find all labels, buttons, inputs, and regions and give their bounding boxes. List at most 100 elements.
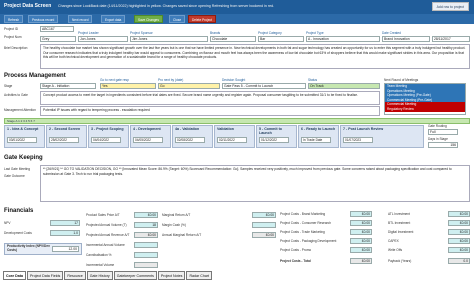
add-row-button[interactable]: Add row to project: [431, 2, 469, 11]
cost-total-value: £0.00: [350, 258, 372, 264]
cost-label: Project Costs - Packaging Development: [280, 239, 337, 243]
cost-value[interactable]: £0.00: [350, 247, 372, 253]
priority-field[interactable]: Go: [158, 83, 220, 89]
project-id-field[interactable]: ABC167: [40, 26, 74, 32]
decision-select[interactable]: Gate Pass 5 - Commit to Launch: [222, 83, 306, 89]
gate-routing-select[interactable]: Full: [428, 129, 458, 135]
app-title: Project Data Screen: [4, 3, 52, 9]
inc-annual-volume-label: Incremental Annual Volume: [86, 243, 125, 247]
productivity-label: Productivity Index (NPV/Dev Costs): [7, 244, 50, 252]
goal-field[interactable]: Yes: [100, 83, 156, 89]
stage-2-cell[interactable]: 2 - Second Screen 25/02/2022: [46, 125, 87, 148]
tab-project-data-fields[interactable]: Project Data Fields: [26, 271, 64, 280]
cost-value[interactable]: £0.00: [350, 229, 372, 235]
cost-value[interactable]: £0.00: [350, 211, 372, 217]
issues-field[interactable]: Potential IP issues with regard to tempe…: [40, 106, 380, 116]
gate-outcome-label: Gate Outcome: [4, 174, 25, 178]
refresh-button[interactable]: Refresh: [4, 15, 24, 23]
stage-date[interactable]: 25/02/2022: [49, 137, 79, 143]
type-field[interactable]: A - Innovation: [306, 36, 380, 42]
stage-3-cell[interactable]: 3 - Project Scoping 04/04/2022: [88, 125, 129, 148]
tab-radar-chart[interactable]: Radar Chart: [186, 271, 213, 280]
status-label: Status: [308, 78, 318, 82]
brand-label: Brands: [210, 31, 221, 35]
annual-volume-field[interactable]: 18: [134, 222, 158, 228]
activities-label: Activities to Gate: [4, 93, 28, 97]
category-label: Project Category: [258, 31, 282, 35]
close-button[interactable]: Close: [169, 15, 186, 23]
project-sponsor-field[interactable]: Jim Jones: [130, 36, 208, 42]
days-in-stage-label: Days in Stage: [428, 137, 448, 141]
annual-margin-label: Annual Marginal Return A/T: [162, 233, 202, 237]
project-leader-field[interactable]: Jon Jones: [78, 36, 128, 42]
stage-date[interactable]: 02/08/2022: [175, 137, 205, 143]
status-select[interactable]: On Track: [308, 83, 380, 89]
cost-value[interactable]: £0.00: [448, 211, 470, 217]
stage-select[interactable]: Stage A - Initiation: [40, 83, 96, 89]
cost-value[interactable]: £0.00: [448, 229, 470, 235]
ptype-field[interactable]: Brand Innovation: [382, 36, 430, 42]
cannibalisation-field[interactable]: [134, 252, 158, 258]
productivity-box: Productivity Index (NPV/Dev Costs) 12.00: [4, 243, 82, 255]
cost-value[interactable]: £0.00: [350, 220, 372, 226]
cost-label: Project Costs - Promo: [280, 248, 312, 252]
previous-record-button[interactable]: Previous record: [28, 15, 59, 23]
devcost-field[interactable]: 1.0: [50, 230, 80, 236]
stage-validation-cell[interactable]: Validation 02/11/2022: [214, 125, 255, 148]
activities-field[interactable]: Concept product access to meet the targe…: [40, 91, 380, 105]
payback-value: 0.0: [448, 258, 470, 264]
stage-5-cell[interactable]: 5 - Commit to Launch 01/12/2022: [256, 125, 297, 148]
meetings-list[interactable]: Team Meeting Operations Meeting Operatio…: [384, 83, 466, 115]
gate-routing-label: Gate Routing: [428, 124, 447, 128]
tab-gate-history[interactable]: Gate History: [86, 271, 113, 280]
cost-label: ATL Investment: [388, 212, 410, 216]
stage-7-cell[interactable]: 7 - Post Launch Review 01/07/2023: [340, 125, 424, 148]
stage-1-cell[interactable]: 1 - Idea & Concept 03/01/2022: [4, 125, 45, 148]
tab-resource[interactable]: Resource: [64, 271, 86, 280]
project-num-label: Project Num: [4, 35, 22, 39]
project-costs-left: Project Costs - Brand Marketing £0.00 Pro…: [280, 211, 372, 271]
margin-cash-field[interactable]: [252, 222, 276, 228]
tab-core-data[interactable]: Core Data: [3, 271, 26, 280]
save-changes-button[interactable]: Save Changes: [134, 15, 163, 23]
delete-project-button[interactable]: Delete Project: [188, 15, 217, 23]
stage-name: 4a - Validation: [175, 127, 200, 131]
sales-price-field[interactable]: £0.00: [134, 212, 158, 218]
cost-value[interactable]: £0.00: [448, 238, 470, 244]
brand-field[interactable]: Chocolate: [210, 36, 256, 42]
cost-value[interactable]: £0.00: [448, 220, 470, 226]
stage-date[interactable]: 01/12/2022: [259, 137, 289, 143]
title-bar: Project Data Screen Changes since LookBa…: [0, 0, 474, 14]
inc-annual-volume-field[interactable]: [134, 242, 158, 248]
tab-project-notes[interactable]: Project Notes: [157, 271, 186, 280]
cost-value[interactable]: £0.00: [350, 238, 372, 244]
gate-notes-field[interactable]: ** [26/9/21] ** GO TO VALIDATION DECISIO…: [40, 165, 470, 202]
brief-description-field[interactable]: The healthy chocolate bar market has sho…: [40, 44, 470, 69]
marginal-return-field[interactable]: £0.00: [252, 212, 276, 218]
stage-date[interactable]: 01/07/2023: [343, 137, 373, 143]
category-field[interactable]: Bar: [258, 36, 304, 42]
project-num-field[interactable]: Grey: [40, 36, 76, 42]
stage-4a-cell[interactable]: 4a - Validation 02/08/2022: [172, 125, 213, 148]
stage-date[interactable]: 04/04/2022: [91, 137, 121, 143]
process-management-heading: Process Management: [4, 73, 66, 79]
stage-date[interactable]: 02/11/2022: [217, 137, 247, 143]
stage-date[interactable]: In Trade Date: [301, 137, 331, 143]
export-data-button[interactable]: Export data: [101, 15, 126, 23]
stage-6-cell[interactable]: 6 - Ready to Launch In Trade Date: [298, 125, 339, 148]
productivity-field: 12.00: [52, 246, 79, 252]
inc-volume-label: Incremental Volume: [86, 263, 115, 267]
cost-value[interactable]: £0.00: [448, 247, 470, 253]
meeting-item[interactable]: Regulatory Review: [385, 106, 465, 112]
days-in-stage-field[interactable]: 156: [428, 142, 458, 148]
stage-name: 3 - Project Scoping: [91, 127, 124, 131]
stage-date[interactable]: 04/05/2022: [133, 137, 163, 143]
stage-4-cell[interactable]: 4 - Development 04/05/2022: [130, 125, 171, 148]
tab-gatekeeper-comments[interactable]: Gatekeeper Comments: [113, 271, 157, 280]
brief-label: Brief Description: [4, 46, 28, 50]
stage-date[interactable]: 03/01/2022: [7, 137, 37, 143]
date-created-field[interactable]: 28/11/2017: [432, 36, 470, 42]
next-record-button[interactable]: Next record: [68, 15, 93, 23]
npv-field[interactable]: 17: [50, 220, 80, 226]
financials-heading: Financials: [4, 208, 34, 214]
